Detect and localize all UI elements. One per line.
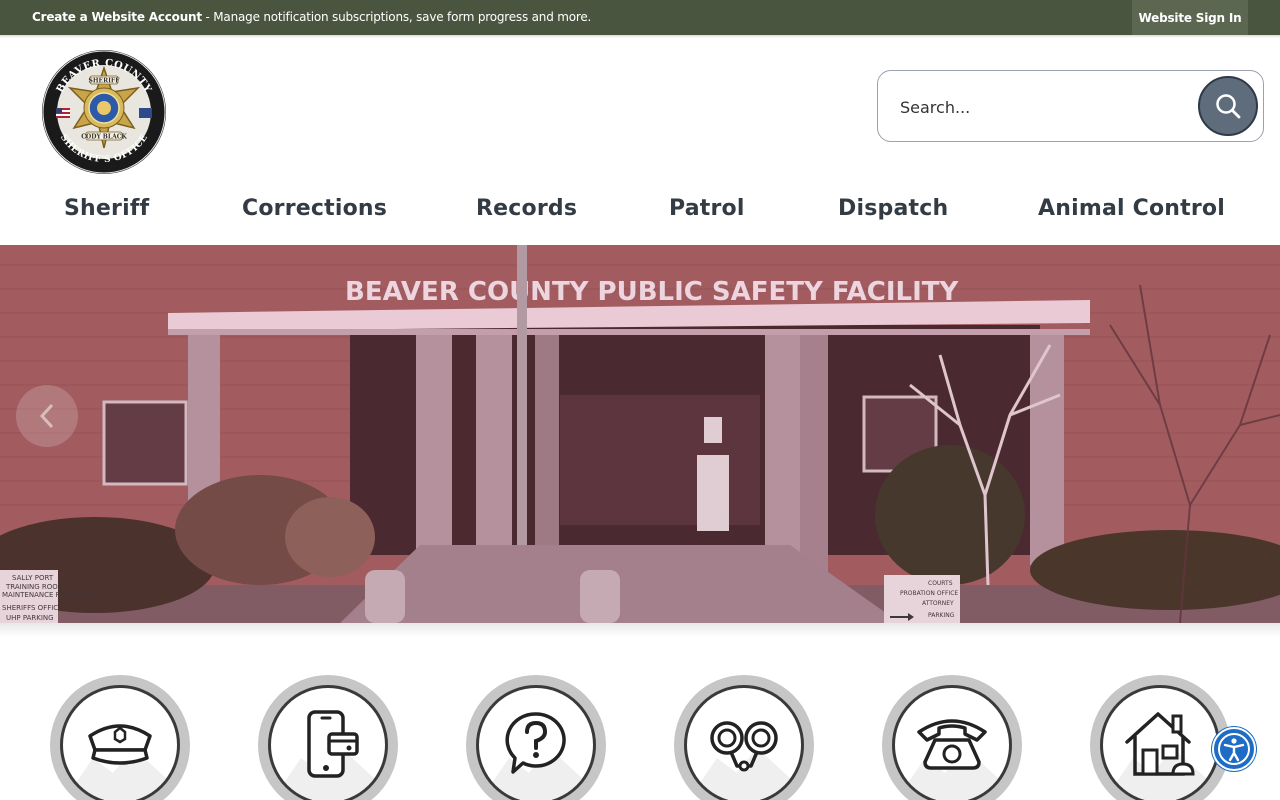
- question-bubble-icon: [505, 712, 566, 774]
- slideshow-prev-button[interactable]: [16, 385, 78, 447]
- quick-link-mobile-payment[interactable]: [258, 675, 398, 800]
- quick-link-faq[interactable]: [466, 675, 606, 800]
- rotary-phone-icon: [917, 719, 987, 770]
- hero-bottom-shadow: [0, 623, 1280, 637]
- handcuffs-icon: [710, 721, 778, 772]
- accessibility-button[interactable]: [1212, 727, 1256, 771]
- quick-link-police-hat[interactable]: [50, 675, 190, 800]
- house-icon: [1125, 712, 1195, 776]
- create-account-link[interactable]: Create a Website Account: [32, 10, 202, 24]
- hero-slideshow: BEAVER COUNTY PUBLIC SAFETY FACILITY SAL…: [0, 245, 1280, 623]
- logo-badge-text: SHERIFF: [89, 78, 121, 85]
- nav-item-animal-control[interactable]: Animal Control: [1038, 196, 1225, 221]
- search-input[interactable]: [900, 93, 1190, 121]
- nav-item-corrections[interactable]: Corrections: [242, 196, 387, 221]
- accessibility-icon: [1218, 733, 1250, 765]
- quick-link-handcuffs[interactable]: [674, 675, 814, 800]
- logo-sheriff-name: CODY BLACK: [81, 134, 127, 141]
- quick-link-house[interactable]: [1090, 675, 1230, 800]
- top-bar-shadow: [0, 35, 1280, 38]
- search-button[interactable]: [1198, 76, 1258, 136]
- search-icon: [1216, 94, 1241, 119]
- nav-item-dispatch[interactable]: Dispatch: [838, 196, 948, 221]
- nav-item-sheriff[interactable]: Sheriff: [64, 196, 149, 221]
- main-nav: Sheriff Corrections Records Patrol Dispa…: [0, 190, 1280, 234]
- top-bar: Create a Website Account - Manage notifi…: [0, 0, 1280, 35]
- hero-image: BEAVER COUNTY PUBLIC SAFETY FACILITY SAL…: [0, 245, 1280, 623]
- quick-links: [0, 673, 1280, 800]
- mobile-payment-icon: [307, 710, 359, 778]
- website-sign-in-button[interactable]: Website Sign In: [1132, 0, 1248, 35]
- create-account-message[interactable]: Create a Website Account - Manage notifi…: [32, 10, 591, 24]
- police-hat-icon: [88, 724, 152, 765]
- nav-item-records[interactable]: Records: [476, 196, 577, 221]
- search-box: [877, 70, 1264, 142]
- sheriff-logo[interactable]: BEAVER COUNTY SHERIFF'S OFFICE SHERIFF C…: [40, 48, 168, 176]
- quick-link-phone[interactable]: [882, 675, 1022, 800]
- nav-item-patrol[interactable]: Patrol: [669, 196, 745, 221]
- create-account-description: - Manage notification subscriptions, sav…: [201, 10, 592, 24]
- chevron-left-icon: [39, 403, 54, 429]
